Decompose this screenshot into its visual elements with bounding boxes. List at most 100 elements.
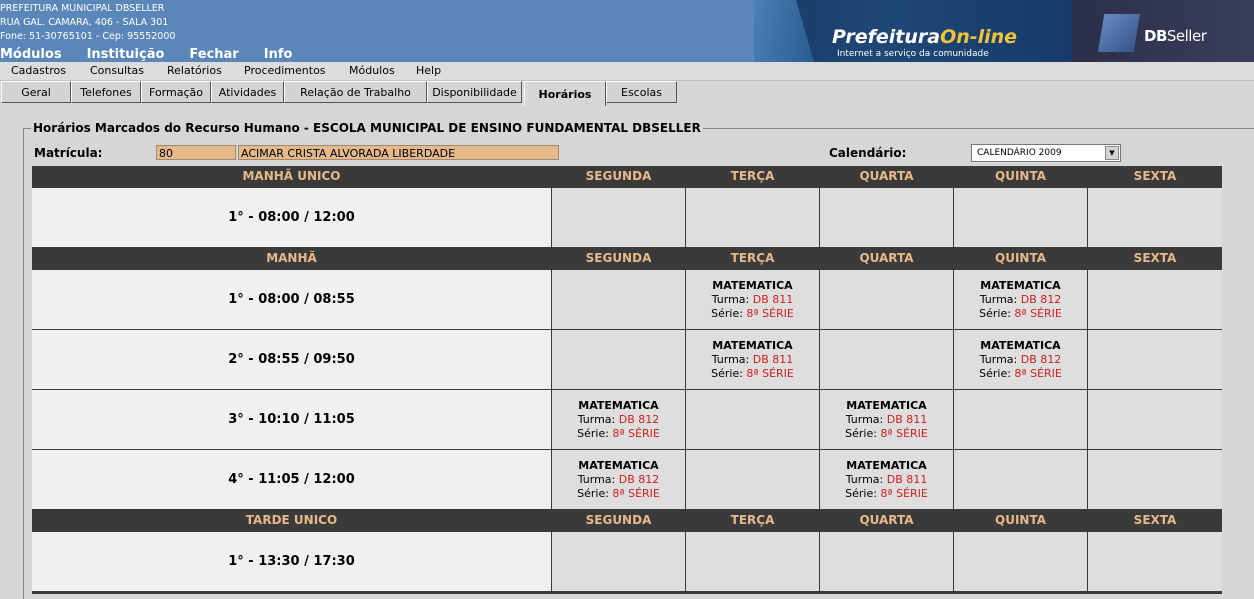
tab-telefones[interactable]: Telefones	[71, 81, 141, 103]
schedule-cell[interactable]	[552, 270, 685, 329]
day-header: QUINTA	[954, 248, 1087, 269]
day-header: QUINTA	[954, 166, 1087, 187]
subject-name: MATEMATICA	[712, 279, 793, 292]
schedule-cell[interactable]	[954, 532, 1087, 591]
turma-line: Turma: DB 811	[686, 353, 819, 367]
serie-line: Série: 8ª SÉRIE	[954, 307, 1087, 321]
menu-help[interactable]: Help	[416, 64, 441, 77]
menu-bar: Cadastros Consultas Relatórios Procedime…	[0, 62, 1254, 81]
serie-line: Série: 8ª SÉRIE	[686, 367, 819, 381]
turma-line: Turma: DB 812	[954, 353, 1087, 367]
schedule-grid: MANHÃ UNICO SEGUNDA TERÇA QUARTA QUINTA SEXTA…	[32, 166, 1222, 594]
chevron-down-icon[interactable]: ▼	[1105, 146, 1119, 160]
menu-modulos[interactable]: Módulos	[0, 47, 62, 62]
subject-name: MATEMATICA	[980, 339, 1061, 352]
schedule-cell[interactable]	[552, 330, 685, 389]
schedule-cell[interactable]	[552, 532, 685, 591]
schedule-cell[interactable]	[686, 188, 819, 247]
day-header: SEGUNDA	[552, 166, 685, 187]
period-cell: 3° - 10:10 / 11:05	[32, 390, 551, 449]
prefeitura-slogan: Internet a serviço da comunidade	[837, 49, 989, 59]
tab-geral[interactable]: Geral	[1, 81, 71, 103]
matricula-field[interactable]: 80	[156, 145, 236, 160]
class-slot[interactable]: MATEMATICA Turma: DB 812 Série: 8ª SÉRIE	[954, 339, 1087, 381]
institution-phone: Fone: 51-30765101 - Cep: 95552000	[0, 31, 176, 42]
class-slot[interactable]: MATEMATICA Turma: DB 811 Série: 8ª SÉRIE	[686, 339, 819, 381]
serie-label: Série:	[979, 307, 1011, 320]
serie-value: 8ª SÉRIE	[880, 487, 928, 500]
schedule-cell[interactable]	[820, 270, 953, 329]
class-slot[interactable]: MATEMATICA Turma: DB 812 Série: 8ª SÉRIE	[954, 279, 1087, 321]
tab-formacao[interactable]: Formação	[141, 81, 211, 103]
matricula-label: Matrícula:	[34, 146, 103, 160]
serie-line: Série: 8ª SÉRIE	[552, 427, 685, 441]
schedule-cell[interactable]	[686, 390, 819, 449]
schedule-cell[interactable]	[686, 450, 819, 509]
schedule-cell[interactable]	[820, 330, 953, 389]
day-header: QUARTA	[820, 248, 953, 269]
serie-value: 8ª SÉRIE	[612, 487, 660, 500]
schedule-cell[interactable]	[820, 532, 953, 591]
turma-value: DB 812	[618, 473, 660, 486]
turma-line: Turma: DB 812	[552, 473, 685, 487]
institution-info: PREFEITURA MUNICIPAL DBSELLER RUA GAL. C…	[0, 2, 175, 44]
menu-procedimentos[interactable]: Procedimentos	[244, 64, 326, 77]
tab-escolas[interactable]: Escolas	[606, 81, 677, 103]
subject-name: MATEMATICA	[846, 399, 927, 412]
calendario-selected: CALENDÁRIO 2009	[977, 148, 1062, 158]
class-slot[interactable]: MATEMATICA Turma: DB 812 Série: 8ª SÉRIE	[552, 399, 685, 441]
class-slot[interactable]: MATEMATICA Turma: DB 812 Série: 8ª SÉRIE	[552, 459, 685, 501]
day-header: SEGUNDA	[552, 248, 685, 269]
serie-label: Série:	[845, 427, 877, 440]
schedule-cell[interactable]	[954, 390, 1087, 449]
schedule-cell[interactable]	[1088, 450, 1222, 509]
section-title: MANHÃ	[32, 248, 551, 269]
menu-cadastros[interactable]: Cadastros	[11, 64, 66, 77]
turma-label: Turma:	[577, 413, 616, 426]
menu-modulos-bar[interactable]: Módulos	[349, 64, 395, 77]
serie-label: Série:	[711, 367, 743, 380]
day-header: QUARTA	[820, 166, 953, 187]
schedule-cell[interactable]	[954, 450, 1087, 509]
schedule-cell[interactable]	[1088, 390, 1222, 449]
turma-label: Turma:	[577, 473, 616, 486]
serie-label: Série:	[577, 427, 609, 440]
class-slot[interactable]: MATEMATICA Turma: DB 811 Série: 8ª SÉRIE	[820, 399, 953, 441]
day-header: SEGUNDA	[552, 510, 685, 531]
schedule-cell[interactable]	[954, 188, 1087, 247]
turma-label: Turma:	[979, 293, 1018, 306]
serie-line: Série: 8ª SÉRIE	[820, 427, 953, 441]
serie-value: 8ª SÉRIE	[880, 427, 928, 440]
schedule-cell[interactable]	[1088, 330, 1222, 389]
menu-fechar[interactable]: Fechar	[189, 47, 238, 62]
serie-label: Série:	[711, 307, 743, 320]
menu-consultas[interactable]: Consultas	[90, 64, 144, 77]
menu-info[interactable]: Info	[264, 47, 293, 62]
day-header: SEXTA	[1088, 166, 1222, 187]
schedule-cell[interactable]	[552, 188, 685, 247]
calendario-select[interactable]: CALENDÁRIO 2009 ▼	[971, 144, 1121, 162]
schedule-cell[interactable]	[1088, 270, 1222, 329]
class-slot[interactable]: MATEMATICA Turma: DB 811 Série: 8ª SÉRIE	[686, 279, 819, 321]
schedule-cell[interactable]	[1088, 188, 1222, 247]
tab-relacao-trabalho[interactable]: Relação de Trabalho	[284, 81, 427, 103]
tab-atividades[interactable]: Atividades	[211, 81, 284, 103]
turma-value: DB 812	[1020, 293, 1062, 306]
turma-line: Turma: DB 812	[954, 293, 1087, 307]
class-slot[interactable]: MATEMATICA Turma: DB 811 Série: 8ª SÉRIE	[820, 459, 953, 501]
dbseller-logo-icon	[1098, 14, 1140, 52]
subject-name: MATEMATICA	[846, 459, 927, 472]
tab-disponibilidade[interactable]: Disponibilidade	[427, 81, 522, 103]
tab-horarios[interactable]: Horários	[524, 81, 606, 106]
menu-relatorios[interactable]: Relatórios	[167, 64, 222, 77]
turma-line: Turma: DB 812	[552, 413, 685, 427]
period-cell: 1° - 13:30 / 17:30	[32, 532, 551, 591]
dbseller-logo: DBSeller	[1144, 27, 1207, 45]
serie-line: Série: 8ª SÉRIE	[820, 487, 953, 501]
nome-field[interactable]: ACIMAR CRISTA ALVORADA LIBERDADE	[238, 145, 559, 160]
schedule-cell[interactable]	[686, 532, 819, 591]
schedule-cell[interactable]	[1088, 532, 1222, 591]
menu-instituicao[interactable]: Instituição	[87, 47, 165, 62]
serie-value: 8ª SÉRIE	[746, 367, 794, 380]
schedule-cell[interactable]	[820, 188, 953, 247]
